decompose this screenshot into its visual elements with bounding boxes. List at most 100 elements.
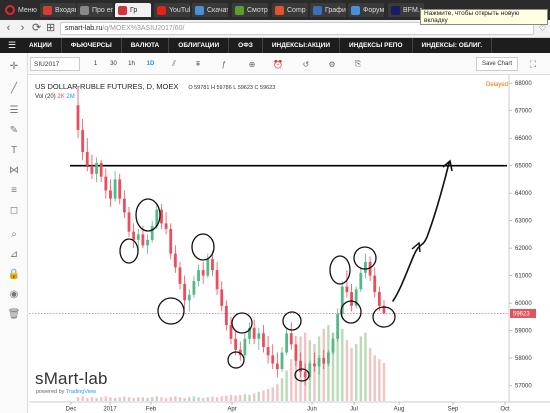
browser-tab[interactable]: YouTub [154,3,190,17]
volume-bar [285,370,288,401]
save-chart-button[interactable]: Save Chart [476,57,518,71]
y-tick-label: 59000 [515,329,532,335]
volume-bar [141,397,145,401]
tradingview-brand: TradingView [65,389,97,395]
browser-tab[interactable]: Форум [348,3,384,17]
candle-body [132,231,136,240]
volume-bar [354,344,358,401]
annotation-circle [119,238,139,264]
site-nav-item[interactable]: ИНДЕКСЫ РЕПО [340,38,413,53]
trash-icon[interactable]: 🗑 [7,307,21,321]
candles-icon[interactable]: ⩨ [192,58,204,70]
tab-favicon-icon [313,5,322,15]
candle-body [197,270,200,282]
candle-body [178,267,182,284]
lock-icon[interactable]: 🔒 [7,267,21,281]
site-nav-item[interactable]: ВАЛЮТА [122,38,170,53]
site-nav-item[interactable]: ФЬЮЧЕРСЫ [62,38,122,53]
alert-icon[interactable]: ⏰ [272,58,284,70]
trendline-icon[interactable]: ╱ [7,81,21,95]
y-tick-label: 65000 [515,164,532,170]
pattern-icon[interactable]: ⋈ [7,163,21,177]
browser-tab[interactable]: Про ег [77,3,113,17]
candle-body [313,363,316,367]
tab-favicon-icon [351,5,360,15]
compare-icon[interactable]: ⊕ [246,58,258,70]
tab-favicon-icon [157,5,166,15]
price-chart[interactable]: 68000 67000 66000 65000 64000 63000 62000 61000… [29,75,550,413]
site-nav-item[interactable]: ОФЗ [229,38,263,53]
new-tab-tooltip: Нажмите, чтобы открыть новую вкладку [420,9,548,25]
candle-body [169,228,173,254]
browser-tab[interactable]: Графи [310,3,346,17]
speed-dial-icon[interactable]: ⊞ [46,23,55,34]
fib-icon[interactable]: ≡ [7,183,21,197]
tab-favicon-icon [391,5,400,15]
volume-bar [243,394,247,401]
site-nav-item[interactable]: АКЦИИ [20,38,62,53]
measure-icon[interactable]: ⊿ [7,247,21,261]
text-tool-icon[interactable]: T [7,143,21,157]
horizontal-line-icon[interactable]: ☰ [7,103,21,117]
high-value: 59786 [216,85,232,91]
symbol-input[interactable]: SIU2017 [30,57,80,71]
settings-icon[interactable]: ⚙ [326,58,338,70]
reload-icon[interactable]: ⟳ [32,23,41,34]
annotation-circle [329,255,351,285]
site-nav-item[interactable]: ИНДЕКСЫ: ОБЛИГ. [413,38,493,53]
browser-tab[interactable]: Comp [272,3,308,17]
hamburger-menu-icon[interactable]: ☰ [4,40,20,51]
y-tick-label: 58000 [515,356,532,362]
volume-bar [118,397,121,401]
eye-icon[interactable]: ◉ [7,287,21,301]
timeframe-button[interactable]: 30 [106,58,121,70]
y-tick-label: 60000 [515,301,532,307]
site-nav-item[interactable]: ИНДЕКСЫ:АКЦИИ [263,38,341,53]
back-icon[interactable]: ‹ [4,23,13,34]
volume-bar [290,359,293,401]
candle-body [373,275,377,293]
indicators-icon[interactable]: ƒ [218,58,230,70]
fullscreen-icon[interactable]: ⛶ [526,57,540,71]
drawing-toolbar: ✛ ╱ ☰ ✎ T ⋈ ≡ ◻ ⌕ ⊿ 🔒 ◉ 🗑 [0,53,28,413]
powered-by: powered by TradingView [36,389,96,395]
browser-tab[interactable]: Смотре [232,3,268,17]
bar-style-icon[interactable]: ⫽ [168,58,180,70]
volume-value-2: 2M [66,94,75,100]
candle-body [243,338,247,356]
timeframe-button[interactable]: 1D [143,58,158,70]
site-nav-item[interactable]: ОБЛИГАЦИИ [169,38,230,53]
volume-bar [81,396,84,401]
open-value: 59781 [194,85,210,91]
browser-tab[interactable]: Скачат [192,3,228,17]
candle-body [104,176,108,191]
x-tick-label: Jun [307,407,317,413]
tab-label: Графи [325,6,346,14]
browser-menu-button[interactable]: Меню [2,3,40,17]
chart-canvas[interactable]: 68000 67000 66000 65000 64000 63000 62000 61000… [29,75,550,413]
snapshot-icon[interactable]: ⎘ [352,58,364,70]
candle-body [377,292,381,306]
volume-bar [359,336,363,401]
bookmark-heart-icon[interactable]: ♡ [539,24,546,33]
browser-tab[interactable]: Гр [115,3,151,17]
candle-body [215,270,219,290]
timeframe-button[interactable]: 1h [124,58,139,70]
forward-icon[interactable]: › [18,23,27,34]
shapes-icon[interactable]: ◻ [7,203,21,217]
replay-icon[interactable]: ↺ [300,58,312,70]
browser-tab[interactable]: BFM.r [388,3,424,17]
timeframe-button[interactable]: 1 [88,58,103,70]
crosshair-icon[interactable]: ✛ [7,59,21,73]
candle-body [326,352,330,364]
volume-bar [271,387,274,401]
candle-body [118,179,122,199]
brush-icon[interactable]: ✎ [7,123,21,137]
chart-legend: US DOLLAR-RUBLE FUTURES, D, MOEX O 59781… [35,82,275,91]
annotation-circle [157,297,185,325]
candle-body [187,294,191,301]
candle-body [173,253,177,268]
zoom-icon[interactable]: ⌕ [7,227,21,241]
browser-tab[interactable]: Входящ [40,3,76,17]
candle-body [192,281,196,295]
